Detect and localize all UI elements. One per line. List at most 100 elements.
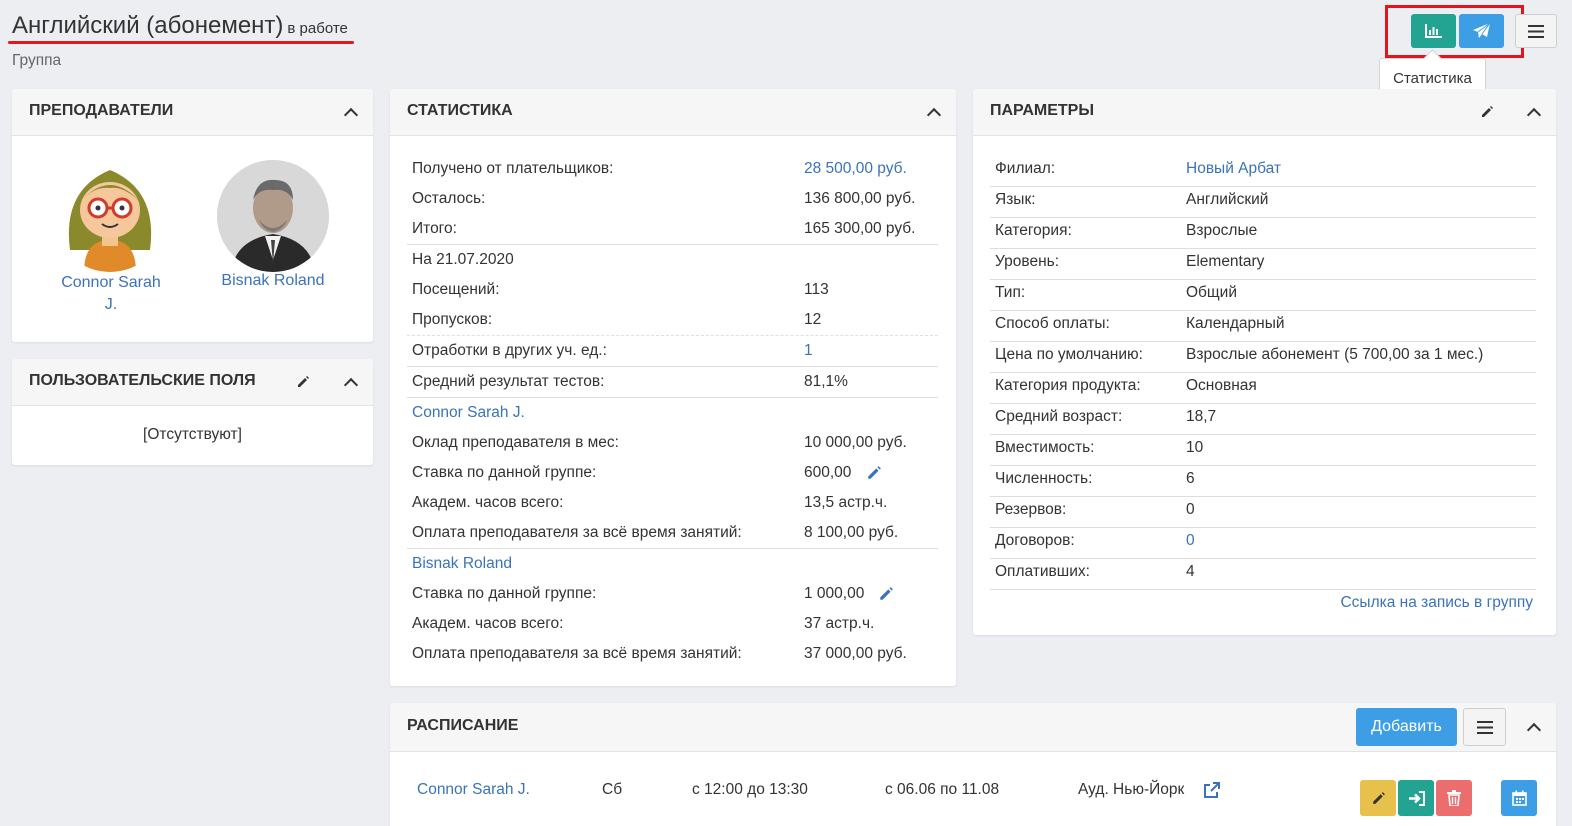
pencil-icon (1372, 791, 1385, 804)
schedule-menu-button[interactable] (1463, 708, 1506, 746)
edit-schedule-button[interactable] (1360, 780, 1396, 816)
param-label: Способ оплаты: (995, 315, 1110, 332)
teacher1-pay-value: 8 100,00 руб. (804, 524, 899, 541)
visits-value: 113 (804, 281, 829, 298)
param-value: Календарный (1186, 315, 1285, 332)
page-subtitle: Группа (12, 52, 62, 69)
teacher1-link[interactable]: Connor Sarah J. (412, 404, 525, 422)
teacher2-hours-value: 37 астр.ч. (804, 615, 875, 632)
delete-schedule-button[interactable] (1436, 780, 1472, 816)
divider (990, 527, 1536, 528)
param-value: Elementary (1186, 253, 1265, 270)
teacher-avatar-connor[interactable] (54, 160, 166, 272)
calendar-icon (1511, 790, 1527, 806)
remaining-value: 136 800,00 руб. (804, 190, 916, 207)
param-value: Взрослые абонемент (5 700,00 за 1 мес.) (1186, 346, 1484, 363)
edit-rate-pencil-icon[interactable] (866, 465, 882, 481)
custom-fields-panel-header: Пользовательские поля (12, 359, 373, 406)
schedule-room: Ауд. Нью-Йорк (1078, 781, 1185, 798)
send-button[interactable] (1459, 14, 1504, 48)
avg-test-label: Средний результат тестов: (412, 373, 605, 390)
divider (990, 341, 1536, 342)
parameters-panel: Параметры Филиал: Новый Арбат Язык: Английс… (973, 89, 1556, 635)
param-label: Договоров: (995, 532, 1075, 549)
teacher-avatar-bisnak[interactable] (217, 160, 329, 272)
teacher2-hours-label: Академ. часов всего: (412, 615, 564, 632)
teacher1-salary-label: Оклад преподавателя в мес: (412, 434, 619, 451)
custom-fields-empty: [Отсутствуют] (143, 426, 242, 443)
divider (990, 186, 1536, 187)
teacher2-rate-label: Ставка по данной группе: (412, 585, 597, 602)
param-value: 4 (1186, 563, 1195, 580)
pencil-icon[interactable] (1480, 105, 1494, 119)
hamburger-menu-icon (1528, 24, 1544, 38)
group-name: Английский (абонемент) (12, 12, 284, 39)
hamburger-menu-icon (1476, 720, 1493, 734)
divider (990, 434, 1536, 435)
param-value[interactable]: 0 (1186, 532, 1195, 550)
page-title: Английский (абонемент) в работе (12, 12, 348, 40)
divider (407, 335, 938, 336)
collapse-chevron-icon[interactable] (926, 107, 942, 123)
collapse-chevron-icon[interactable] (343, 107, 359, 123)
parameters-panel-title: Параметры (990, 102, 1094, 119)
external-link-icon[interactable] (1203, 782, 1220, 799)
add-schedule-button[interactable]: Добавить (1356, 708, 1457, 746)
received-value[interactable]: 28 500,00 руб. (804, 160, 907, 178)
param-label: Средний возраст: (995, 408, 1123, 425)
divider (407, 548, 938, 549)
schedule-panel: Расписание Добавить Connor Sarah J. Сб с… (390, 703, 1556, 826)
divider (990, 310, 1536, 311)
visits-label: Посещений: (412, 281, 500, 298)
param-label: Оплативших: (995, 563, 1090, 580)
avg-test-value: 81,1% (804, 373, 848, 390)
portrait-photo-icon (217, 160, 329, 272)
teachers-panel-title: Преподаватели (29, 102, 174, 119)
divider (990, 465, 1536, 466)
calendar-schedule-button[interactable] (1501, 780, 1537, 816)
schedule-panel-header: Расписание Добавить (390, 703, 1556, 752)
collapse-chevron-icon[interactable] (343, 377, 359, 393)
teachers-panel: Преподаватели Connor Sarah J. B (12, 89, 373, 342)
teacher-link-connor[interactable]: Connor Sarah J. (57, 272, 165, 316)
statistics-button[interactable] (1411, 14, 1456, 48)
collapse-chevron-icon[interactable] (1526, 722, 1542, 738)
param-label: Резервов: (995, 501, 1067, 518)
pencil-icon[interactable] (296, 375, 310, 389)
param-label: Категория продукта: (995, 377, 1141, 394)
collapse-chevron-icon[interactable] (1526, 107, 1542, 123)
cartoon-avatar-icon (68, 170, 152, 272)
teacher-link-bisnak[interactable]: Bisnak Roland (217, 272, 329, 290)
param-label: Тип: (995, 284, 1026, 301)
statistics-panel-header: Статистика (390, 89, 956, 136)
divider (990, 558, 1536, 559)
teacher1-rate-value: 600,00 (804, 464, 852, 481)
param-value: 6 (1186, 470, 1195, 487)
divider (990, 496, 1536, 497)
divider (990, 589, 1536, 590)
divider (990, 403, 1536, 404)
date-label: На 21.07.2020 (412, 251, 514, 268)
param-label: Язык: (995, 191, 1036, 208)
makeups-value[interactable]: 1 (804, 342, 813, 360)
bar-chart-icon (1425, 24, 1442, 38)
sign-in-icon (1408, 790, 1425, 806)
schedule-teacher-link[interactable]: Connor Sarah J. (417, 781, 530, 799)
teacher2-pay-label: Оплата преподавателя за всё время заняти… (412, 645, 742, 662)
param-value[interactable]: Новый Арбат (1186, 160, 1281, 178)
teacher2-link[interactable]: Bisnak Roland (412, 555, 512, 573)
group-status: в работе (287, 20, 348, 37)
teacher2-pay-value: 37 000,00 руб. (804, 645, 907, 662)
total-value: 165 300,00 руб. (804, 220, 916, 237)
custom-fields-panel-title: Пользовательские поля (29, 372, 256, 389)
header-menu-button[interactable] (1515, 14, 1557, 48)
statistics-panel: Статистика Получено от плательщиков: 28 … (390, 89, 956, 686)
param-value: Взрослые (1186, 222, 1258, 239)
absences-label: Пропусков: (412, 311, 493, 328)
divider (990, 248, 1536, 249)
title-underline (8, 41, 354, 44)
signup-link[interactable]: Ссылка на запись в группу (1340, 594, 1533, 612)
edit-rate-pencil-icon[interactable] (878, 586, 894, 602)
param-value: Английский (1186, 191, 1269, 208)
signin-schedule-button[interactable] (1398, 780, 1434, 816)
